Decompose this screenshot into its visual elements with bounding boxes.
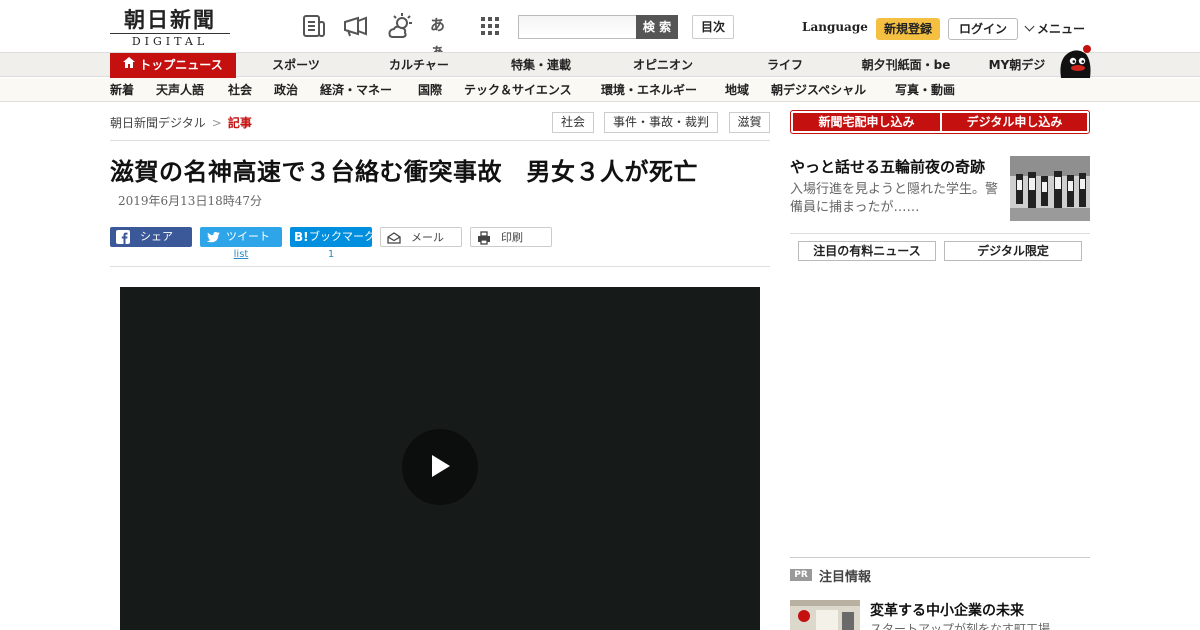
breadcrumb-current: 記事 <box>227 116 252 130</box>
hatena-bookmark-button[interactable]: B! ブックマーク <box>290 227 375 247</box>
subnav-politics[interactable]: 政治 <box>274 78 298 102</box>
print-label: 印刷 <box>501 231 523 244</box>
video-player[interactable] <box>120 287 760 630</box>
signup-button[interactable]: 新規登録 <box>876 18 940 40</box>
mascot-icon[interactable] <box>1056 44 1092 78</box>
facebook-share-button[interactable]: シェア <box>110 227 192 247</box>
pr-article-image[interactable] <box>790 600 860 630</box>
featured-article-desc: 入場行進を見ようと隠れた学生。警備員に捕まったが…… <box>790 182 999 215</box>
sub-nav: 新着 天声人語 社会 政治 経済・マネー 国際 テック＆サイエンス 環境・エネル… <box>0 78 1200 102</box>
mail-share-label: メール <box>411 231 444 244</box>
divider <box>110 266 770 267</box>
twitter-icon <box>206 230 220 244</box>
newspaper-icon[interactable] <box>300 12 328 40</box>
app-grid-icon[interactable] <box>476 12 504 40</box>
subnav-tech-science[interactable]: テック＆サイエンス <box>464 78 572 102</box>
tab-digital-only[interactable]: デジタル限定 <box>944 241 1082 261</box>
subnav-tensei-jingo[interactable]: 天声人語 <box>156 78 204 102</box>
mail-share-button[interactable]: メール <box>380 227 462 247</box>
twitter-share-label: ツイート <box>226 230 270 243</box>
subnav-new[interactable]: 新着 <box>110 78 134 102</box>
home-icon <box>123 52 136 77</box>
search-input[interactable] <box>518 15 636 39</box>
twitter-share-button[interactable]: ツイート <box>200 227 282 247</box>
subnav-special[interactable]: 朝デジスペシャル <box>771 78 866 102</box>
nav-top-news-label: トップニュース <box>139 58 223 72</box>
play-button[interactable] <box>402 429 478 505</box>
nav-top-news[interactable]: トップニュース <box>110 53 236 78</box>
pr-badge: PR <box>790 569 812 581</box>
language-link[interactable]: Language <box>802 20 868 34</box>
font-size-icon[interactable]: あぁ <box>430 12 458 60</box>
megaphone-icon[interactable] <box>342 12 370 40</box>
subnav-environment[interactable]: 環境・エネルギー <box>601 78 697 102</box>
subnav-society[interactable]: 社会 <box>228 78 252 102</box>
search-button[interactable]: 検 索 <box>636 15 678 39</box>
nav-newspaper[interactable]: 朝夕刊紙面・be <box>850 53 962 78</box>
logo-en: DIGITAL <box>110 33 230 48</box>
divider <box>790 557 1090 558</box>
menu-button[interactable]: メニュー <box>1024 20 1086 37</box>
breadcrumb: 朝日新聞デジタル > 記事 <box>110 114 252 131</box>
tag-society[interactable]: 社会 <box>552 112 594 133</box>
divider <box>110 140 770 141</box>
article-title: 滋賀の名神高速で３台絡む衝突事故 男女３人が死亡 <box>110 158 698 186</box>
subnav-international[interactable]: 国際 <box>418 78 442 102</box>
logo-jp: 朝日新聞 <box>124 7 216 32</box>
play-icon <box>432 455 450 477</box>
pr-headline[interactable]: 変革する中小企業の未来 <box>870 600 1024 620</box>
pr-subtitle: スタートアップが刻をなす町工場 <box>870 622 1051 630</box>
tab-paid-news[interactable]: 注目の有料ニュース <box>798 241 936 261</box>
subnav-economy[interactable]: 経済・マネー <box>320 78 392 102</box>
toc-button[interactable]: 目次 <box>692 15 734 39</box>
breadcrumb-home[interactable]: 朝日新聞デジタル <box>110 116 206 130</box>
print-icon <box>477 231 491 245</box>
nav-culture[interactable]: カルチャー <box>376 53 462 78</box>
nav-opinion[interactable]: オピニオン <box>616 53 710 78</box>
digital-subscribe-button[interactable]: デジタル申し込み <box>942 113 1087 131</box>
featured-article-image[interactable] <box>1010 156 1090 221</box>
print-button[interactable]: 印刷 <box>470 227 552 247</box>
featured-article-title[interactable]: やっと話せる五輪前夜の奇跡 <box>790 156 985 177</box>
article-date: 2019年6月13日18時47分 <box>118 194 262 208</box>
nav-sports[interactable]: スポーツ <box>256 53 336 78</box>
twitter-count-link[interactable]: list <box>200 249 282 260</box>
site-header: 朝日新聞 DIGITAL あぁ 検 索 目次 Language 新規登録 ログイ… <box>0 0 1200 60</box>
nav-life[interactable]: ライフ <box>750 53 820 78</box>
weather-icon[interactable] <box>386 12 414 40</box>
hatena-icon: B! <box>294 230 309 244</box>
chevron-down-icon <box>1024 21 1035 32</box>
menu-label: メニュー <box>1037 22 1086 36</box>
facebook-icon <box>116 230 130 244</box>
mail-icon <box>387 231 401 245</box>
breadcrumb-separator: > <box>211 116 222 130</box>
nav-my-asahi[interactable]: MY朝デジ <box>982 53 1052 78</box>
pr-section-title: 注目情報 <box>819 570 872 585</box>
subnav-photo-video[interactable]: 写真・動画 <box>895 78 955 102</box>
subnav-region[interactable]: 地域 <box>725 78 749 102</box>
newspaper-subscribe-button[interactable]: 新聞宅配申し込み <box>793 113 940 131</box>
main-nav: トップニュース スポーツ カルチャー 特集・連載 オピニオン ライフ 朝夕刊紙面… <box>0 52 1200 78</box>
site-logo[interactable]: 朝日新聞 DIGITAL <box>110 8 230 48</box>
login-button[interactable]: ログイン <box>948 18 1018 40</box>
subscribe-bar: 新聞宅配申し込み デジタル申し込み <box>790 110 1090 134</box>
tag-incident[interactable]: 事件・事故・裁判 <box>604 112 718 133</box>
divider <box>790 233 1090 234</box>
hatena-count-link[interactable]: 1 <box>290 249 372 260</box>
facebook-share-label: シェア <box>140 230 173 243</box>
tag-shiga[interactable]: 滋賀 <box>729 112 770 133</box>
hatena-share-label: ブックマーク <box>309 230 375 243</box>
nav-features[interactable]: 特集・連載 <box>496 53 586 78</box>
